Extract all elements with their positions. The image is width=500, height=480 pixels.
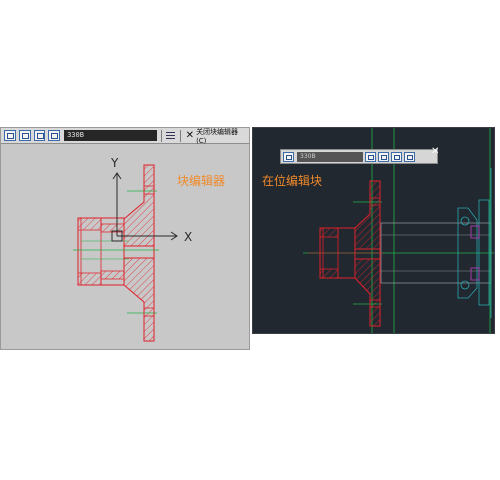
add-to-working-set-icon[interactable] [365, 151, 376, 162]
refedit-caption: 在位编辑块 [262, 174, 323, 188]
block-editor-caption: 块编辑器 [177, 174, 226, 188]
block-editor-panel: 330B ✕ 关闭块编辑器(C) Y X 块编辑器 [0, 127, 250, 350]
refedit-panel: 330B ✕ 在位编辑块 [252, 127, 495, 334]
discard-changes-icon[interactable] [391, 151, 402, 162]
save-changes-icon[interactable] [404, 151, 415, 162]
refedit-icon[interactable] [283, 151, 294, 162]
flange-part-drawing [73, 164, 159, 342]
ucs-y-label: Y [110, 156, 119, 170]
ucs-x-label: X [184, 230, 192, 244]
refedit-toolbar: 330B [280, 149, 438, 164]
close-icon[interactable]: ✕ [431, 146, 439, 157]
block-drawing-canvas[interactable]: Y X [1, 128, 249, 349]
block-name-field[interactable]: 330B [297, 151, 363, 162]
remove-from-working-set-icon[interactable] [378, 151, 389, 162]
